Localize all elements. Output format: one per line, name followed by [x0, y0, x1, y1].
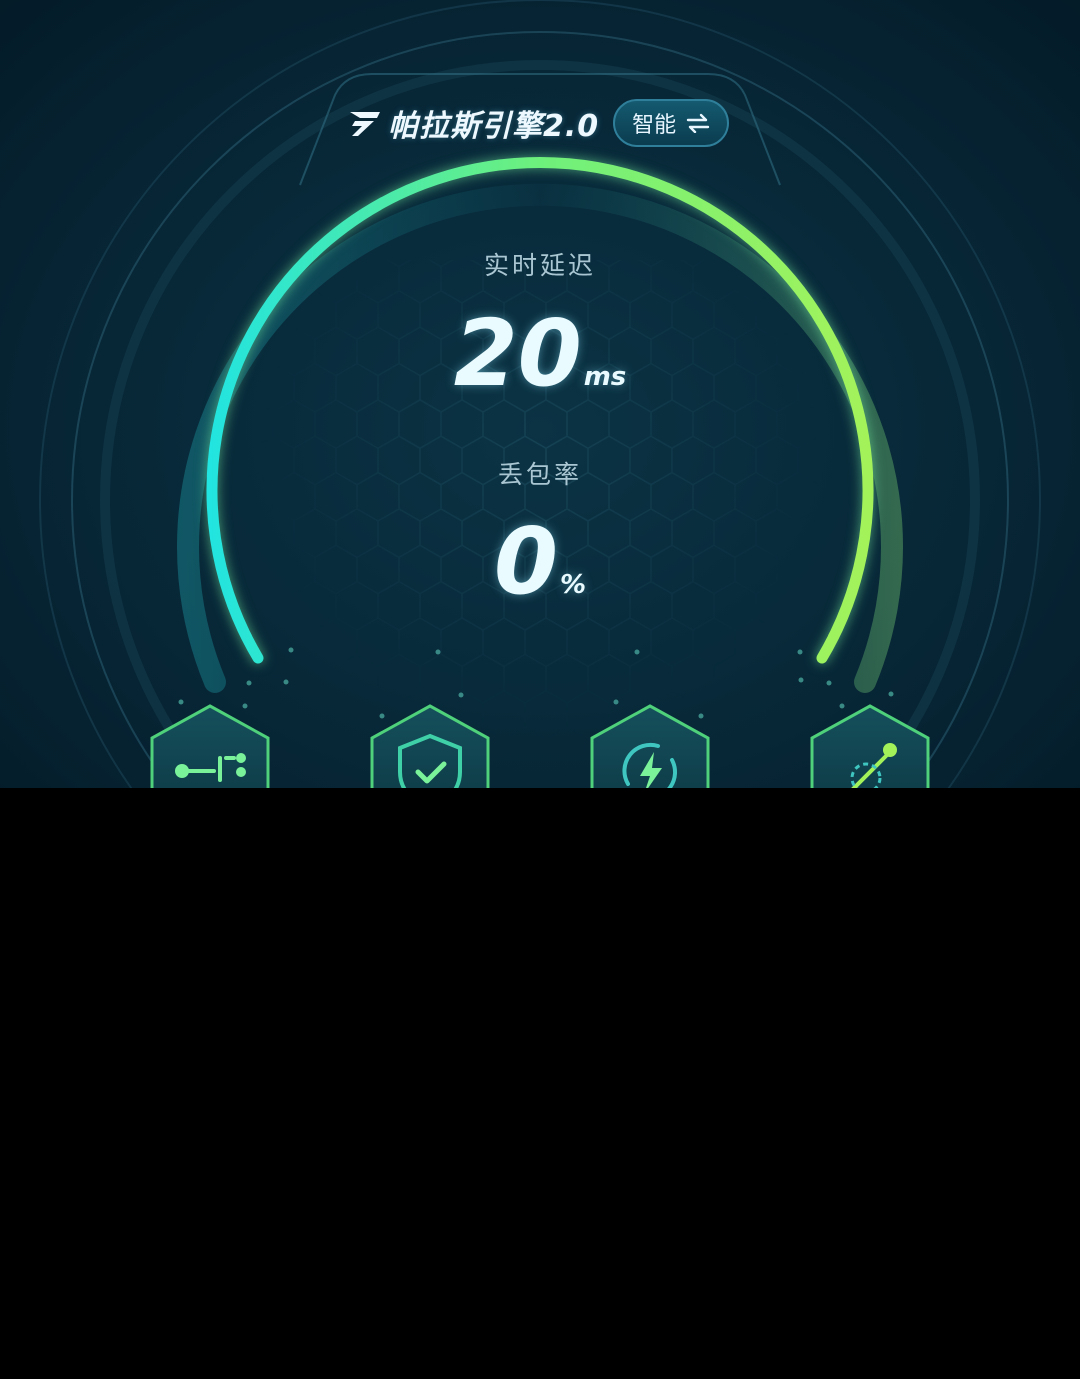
packet-loss-value: 0: [493, 508, 558, 615]
swap-arrows-icon: [686, 113, 710, 133]
packet-loss-unit: %: [559, 570, 587, 600]
path-feature-button[interactable]: [808, 702, 932, 788]
mode-label: 智能: [632, 113, 677, 138]
latency-readout: 20ms: [0, 300, 1080, 407]
security-feature-button[interactable]: [368, 702, 492, 788]
header: 帕拉斯引擎2.0 智能: [346, 98, 730, 148]
pallas-logo-icon: [350, 112, 380, 136]
mode-switch-button[interactable]: 智能: [613, 99, 730, 147]
app-screen: 帕拉斯引擎2.0 智能 实时延迟 20ms 丢包率 0%: [0, 0, 1080, 788]
packet-loss-label: 丢包率: [497, 460, 582, 489]
packet-loss-readout: 0%: [0, 508, 1080, 615]
engine-title: 帕拉斯引擎2.0: [388, 109, 600, 144]
boost-feature-button[interactable]: [588, 702, 712, 788]
route-feature-button[interactable]: [148, 702, 272, 788]
latency-label: 实时延迟: [483, 251, 596, 280]
latency-unit: ms: [583, 362, 627, 392]
latency-value: 20: [453, 300, 582, 407]
